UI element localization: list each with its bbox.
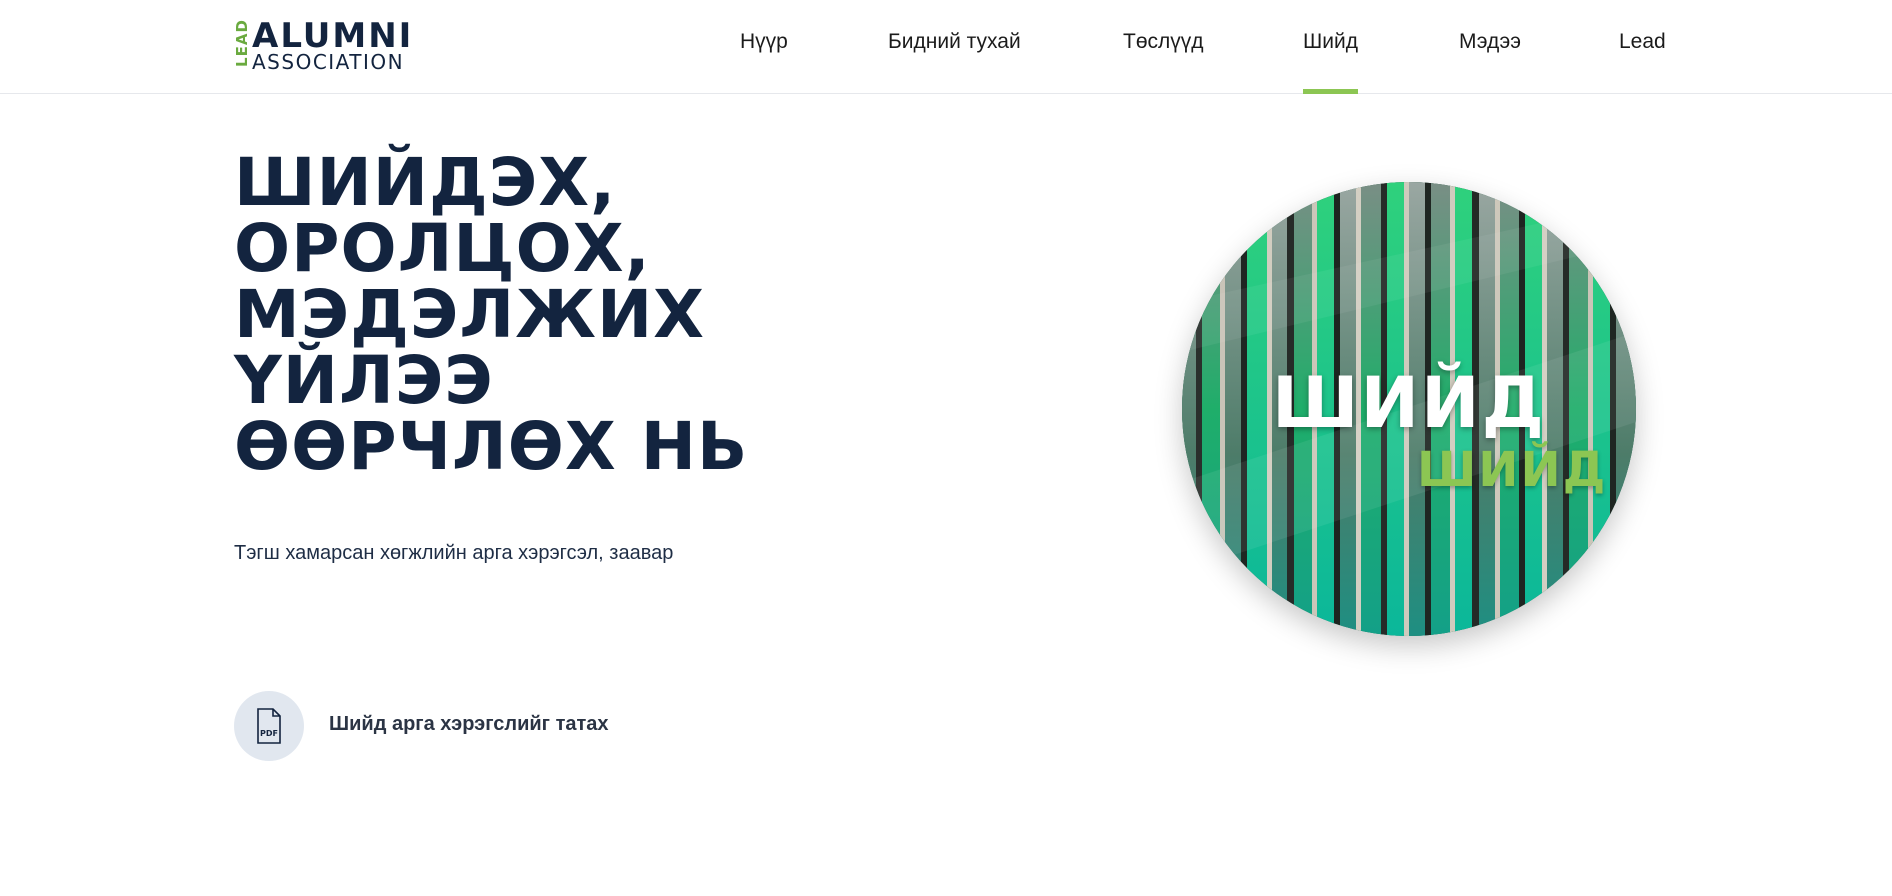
hero-title-line: ОРОЛЦОХ, <box>234 210 651 287</box>
logo-association-text: ASSOCIATION <box>252 50 405 74</box>
hero-title: ШИЙДЭХ, ОРОЛЦОХ, МЭДЭЛЖИХ ҮЙЛЭЭ ӨӨРЧЛӨХ … <box>234 150 748 480</box>
hero-title-line: ҮЙЛЭЭ <box>234 342 494 419</box>
hero-title-line: ШИЙДЭХ, <box>234 144 617 221</box>
hero-title-line: МЭДЭЛЖИХ <box>234 276 706 353</box>
logo-alumni-text: ALUMNI <box>252 16 414 56</box>
nav-item-lead[interactable]: Lead <box>1619 0 1666 94</box>
logo-lead-text: LEAD <box>233 19 251 67</box>
download-label[interactable]: Шийд арга хэрэгслийг татах <box>329 713 609 736</box>
alumni-association-logo[interactable]: LEAD ALUMNI ASSOCIATION <box>233 16 414 74</box>
image-subtitle-text: ШИЙД <box>1417 442 1608 498</box>
hero-subtitle: Тэгш хамарсан хөгжлийн арга хэрэгсэл, за… <box>234 542 674 564</box>
image-title-text: ШИЙД <box>1272 362 1546 444</box>
hero-title-line: ӨӨРЧЛӨХ НЬ <box>234 408 749 485</box>
nav-item-shiid[interactable]: Шийд <box>1303 0 1358 94</box>
nav-item-about[interactable]: Бидний тухай <box>888 0 1021 94</box>
pdf-icon[interactable]: PDF <box>234 691 304 761</box>
shiid-feature-image: ШИЙД ШИЙД <box>1182 182 1636 636</box>
svg-text:PDF: PDF <box>260 729 278 738</box>
nav-item-news[interactable]: Мэдээ <box>1459 0 1521 94</box>
site-header: LEAD ALUMNI ASSOCIATION Нүүр Бидний туха… <box>0 0 1892 94</box>
nav-item-projects[interactable]: Төслүүд <box>1123 0 1204 94</box>
nav-item-home[interactable]: Нүүр <box>740 0 788 94</box>
